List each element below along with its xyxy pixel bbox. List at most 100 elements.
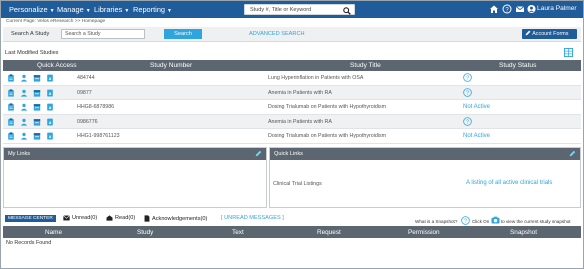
book-icon[interactable]: a bbox=[46, 74, 54, 82]
calendar-icon[interactable] bbox=[33, 132, 41, 140]
col-study-status: Study Status bbox=[499, 62, 537, 69]
user-name[interactable]: Laura Palmer bbox=[537, 5, 577, 12]
global-search-placeholder: Study #, Title or Keyword bbox=[250, 7, 312, 13]
col-text: Text bbox=[232, 229, 244, 236]
status-help-icon[interactable]: ? bbox=[463, 117, 472, 128]
open-envelope-icon bbox=[106, 215, 113, 221]
book-icon[interactable]: a bbox=[46, 89, 54, 97]
help-circle-icon[interactable]: ? bbox=[460, 216, 470, 225]
person-icon[interactable] bbox=[20, 103, 28, 111]
calendar-icon[interactable] bbox=[33, 74, 41, 82]
person-icon[interactable] bbox=[20, 89, 28, 97]
study-number[interactable]: 09877 bbox=[77, 90, 92, 96]
study-title[interactable]: Dosing Trialumab on Patients with Hypoth… bbox=[268, 133, 386, 139]
unread-filter[interactable]: Unread(0) bbox=[63, 215, 97, 221]
camera-icon bbox=[491, 216, 500, 224]
envelope-icon bbox=[63, 215, 70, 221]
help-icon[interactable]: ? bbox=[502, 4, 512, 14]
no-records-message: No Records Found bbox=[6, 240, 52, 246]
search-button[interactable]: Search bbox=[164, 29, 202, 39]
col-permission: Permission bbox=[408, 229, 440, 236]
global-search-input[interactable]: Study #, Title or Keyword bbox=[244, 4, 355, 15]
quick-access-icons: a bbox=[7, 118, 54, 126]
menu-libraries[interactable]: Libraries ▼ bbox=[94, 5, 129, 14]
user-icon[interactable] bbox=[527, 4, 536, 14]
mail-icon[interactable] bbox=[515, 4, 525, 14]
study-status[interactable]: Not Active bbox=[463, 133, 490, 139]
book-icon[interactable]: a bbox=[46, 132, 54, 140]
quick-links-panel: Quick Links Clinical Trial Listings A li… bbox=[269, 147, 581, 208]
study-row: a HHG8-6878986 Dosing Trialumab on Patient… bbox=[3, 100, 581, 115]
clipboard-icon[interactable] bbox=[7, 103, 15, 111]
calendar-icon[interactable] bbox=[33, 118, 41, 126]
my-links-panel: My Links bbox=[3, 147, 267, 208]
account-forms-label: Account Forms bbox=[532, 31, 569, 37]
study-number[interactable]: HHG8-6878986 bbox=[77, 104, 114, 110]
status-help-icon[interactable]: ? bbox=[463, 87, 472, 99]
book-icon[interactable]: a bbox=[46, 118, 54, 126]
study-status[interactable]: Not Active bbox=[463, 104, 490, 110]
document-icon bbox=[144, 215, 150, 222]
studies-table-header: Quick Access Study Number Study Title St… bbox=[3, 60, 581, 71]
clipboard-icon[interactable] bbox=[7, 132, 15, 140]
person-icon[interactable] bbox=[20, 118, 28, 126]
col-study-title: Study Title bbox=[350, 62, 381, 69]
calendar-icon[interactable] bbox=[33, 89, 41, 97]
study-number[interactable]: 484744 bbox=[77, 75, 95, 81]
quick-link-description[interactable]: A listing of all active clinical trials bbox=[466, 180, 552, 186]
col-snapshot: Snapshot bbox=[510, 229, 538, 236]
svg-text:?: ? bbox=[466, 90, 469, 96]
unread-messages-link[interactable]: [ UNREAD MESSAGES ] bbox=[221, 215, 284, 221]
quick-links-title: Quick Links bbox=[274, 151, 303, 157]
study-title[interactable]: Lung Hyperinflation in Patients with OSA bbox=[268, 75, 363, 81]
read-filter[interactable]: Read(0) bbox=[106, 215, 135, 221]
menu-manage[interactable]: Manage ▼ bbox=[57, 5, 91, 14]
study-row: a HHG1-998761123 Dosing Trialumab on Patie… bbox=[3, 129, 581, 144]
person-icon[interactable] bbox=[20, 74, 28, 82]
pencil-icon bbox=[525, 30, 531, 36]
grid-view-icon[interactable] bbox=[564, 48, 573, 57]
col-name: Name bbox=[45, 229, 63, 236]
messages-table: Name Study Text Request Permission Snaps… bbox=[3, 226, 581, 246]
study-number[interactable]: 0986776 bbox=[77, 119, 98, 125]
quick-access-icons: a bbox=[7, 103, 54, 111]
search-icon[interactable] bbox=[343, 6, 351, 15]
snapshot-question: What is a Snapshot? bbox=[415, 219, 458, 224]
app-window: Personalize ▼ Manage ▼ Libraries ▼ Reportin… bbox=[0, 0, 584, 269]
unread-count: Unread(0) bbox=[72, 215, 98, 221]
edit-pencil-icon[interactable] bbox=[569, 150, 576, 157]
person-icon[interactable] bbox=[20, 132, 28, 140]
study-search-input[interactable] bbox=[61, 29, 145, 39]
svg-text:?: ? bbox=[464, 219, 467, 225]
calendar-icon[interactable] bbox=[33, 103, 41, 111]
study-row: a 0986776 Anemia in Patients with RA? bbox=[3, 114, 581, 130]
status-help-icon[interactable]: ? bbox=[463, 73, 472, 84]
svg-text:?: ? bbox=[466, 76, 469, 82]
clipboard-icon[interactable] bbox=[7, 74, 15, 82]
read-count: Read(0) bbox=[115, 215, 136, 221]
quick-access-icons: a bbox=[7, 74, 54, 82]
col-request: Request bbox=[317, 229, 341, 236]
acknowledgements-filter[interactable]: Acknowledgements(0) bbox=[144, 215, 207, 222]
menu-personalize[interactable]: Personalize ▼ bbox=[9, 5, 55, 14]
book-icon[interactable]: a bbox=[46, 103, 54, 111]
quick-access-icons: a bbox=[7, 88, 54, 97]
study-row: a 484744 Lung Hyperinflation in Patients w… bbox=[3, 71, 581, 86]
study-title[interactable]: Dosing Trialumab on Patients with Hypoth… bbox=[268, 104, 386, 110]
study-title[interactable]: Anemia in Patients with RA bbox=[268, 90, 332, 96]
col-study-number: Study Number bbox=[150, 62, 193, 69]
message-center-tab[interactable]: MESSAGE CENTER bbox=[5, 215, 56, 222]
home-icon[interactable] bbox=[489, 4, 499, 14]
edit-pencil-icon[interactable] bbox=[255, 150, 262, 157]
study-title[interactable]: Anemia in Patients with RA bbox=[268, 119, 332, 125]
menu-reporting[interactable]: Reporting ▼ bbox=[133, 5, 172, 14]
account-forms-button[interactable]: Account Forms bbox=[522, 29, 577, 39]
quick-access-icons: a bbox=[7, 132, 54, 140]
acknowledgements-count: Acknowledgements(0) bbox=[152, 215, 208, 222]
study-row: a 09877 Anemia in Patients with RA? bbox=[3, 85, 581, 101]
clipboard-icon[interactable] bbox=[7, 88, 15, 97]
advanced-search-link[interactable]: ADVANCED SEARCH bbox=[249, 31, 305, 37]
message-center-bar: MESSAGE CENTER Unread(0) Read(0) Acknowl… bbox=[3, 213, 581, 225]
clipboard-icon[interactable] bbox=[7, 118, 15, 126]
study-number[interactable]: HHG1-998761123 bbox=[77, 133, 120, 139]
